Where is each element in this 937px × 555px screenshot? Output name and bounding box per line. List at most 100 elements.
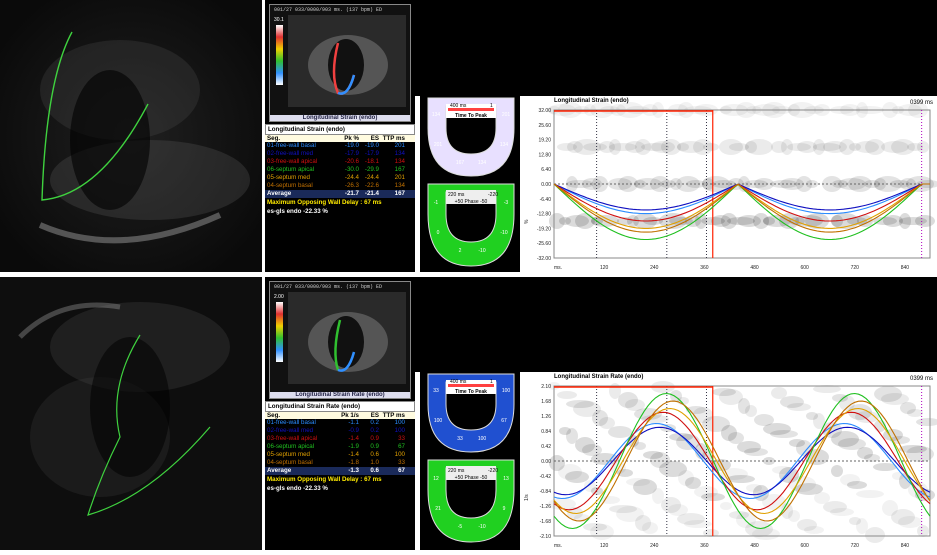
cell-ttp: 134 [394, 158, 405, 165]
speckle [831, 465, 843, 477]
map-value: 12 [433, 476, 439, 482]
speckle [780, 396, 804, 408]
speckle [720, 502, 732, 510]
x-tick-label: 480 [750, 543, 759, 549]
map-value: 9 [503, 506, 506, 512]
cell-es: 1.0 [370, 459, 379, 466]
col-seg: Seg. [267, 135, 281, 142]
cell-pk: -17.9 [344, 150, 359, 157]
y-tick-label: -2.10 [540, 534, 552, 540]
x-unit: ms. [554, 543, 562, 549]
cell-ttp: 134 [394, 182, 405, 189]
x-tick-label: 720 [851, 543, 860, 549]
map-value: 21 [435, 506, 441, 512]
cell-es: 0.2 [370, 427, 379, 434]
speckle [592, 410, 608, 426]
map-center-label: Time To Peak [455, 389, 487, 395]
table-row: 06-septum apical -30.0 -29.9 167 [265, 166, 415, 174]
speckle [781, 139, 793, 155]
table-header: Seg. Pk % ES TTP ms [265, 135, 415, 142]
speckle [643, 451, 663, 459]
speckle [677, 141, 705, 153]
y-unit: 1/s [524, 494, 530, 501]
speckle [557, 391, 577, 399]
y-tick-label: -0.84 [540, 489, 552, 495]
speckle [677, 513, 705, 525]
speckle [899, 217, 927, 225]
cell-seg: 03-free-wall apical [267, 158, 318, 165]
map-value: 134 [432, 112, 441, 118]
y-tick-label: -12.80 [537, 212, 551, 218]
map-right-label: 1 [490, 103, 493, 109]
cell-ttp: 201 [394, 142, 405, 149]
map-right-label: -220 [488, 192, 498, 198]
x-unit: ms. [554, 265, 562, 271]
strain-graph-top[interactable]: 32.00 25.60 19.20 12.80 6.40 0.00 -6.40 -12.80 -… [520, 96, 937, 272]
speckle-background [548, 102, 937, 229]
graph-panel-bottom: Longitudinal Strain Rate (endo) 0399 ms … [520, 372, 937, 550]
speckle [661, 139, 681, 155]
thumbnail-bottom[interactable]: 001/27 033/0000/903 ms. (137 bpm) ED 2.0… [269, 281, 411, 399]
speckle [849, 517, 861, 525]
speckle [900, 402, 916, 414]
map-left-label: 220 ms [448, 468, 465, 474]
scale-label: 2.00 [274, 294, 284, 300]
strain-rate-graph-bottom[interactable]: 2.10 1.68 1.26 0.84 0.42 0.00 -0.42 -0.84 -1.26 -… [520, 372, 937, 550]
table-row: 01-free-wall basal -19.0 -19.0 201 [265, 142, 415, 150]
cell-seg: 01-free-wall basal [267, 142, 316, 149]
scale-label: 30.1 [274, 17, 284, 23]
cell-seg: 02-free-wall med [267, 427, 314, 434]
speckle [584, 480, 596, 492]
y-tick-label: 6.40 [541, 167, 551, 173]
y-tick-label: 32.00 [538, 108, 551, 114]
cell-seg: 06-septum apical [267, 166, 315, 173]
y-tick-label: -6.40 [540, 197, 552, 203]
speckle [840, 474, 860, 486]
gls-value: es-gls endo -22.33 % [267, 485, 328, 492]
speckle [917, 141, 929, 153]
speckle [856, 490, 884, 498]
speckle [609, 143, 637, 151]
speckle [916, 418, 937, 426]
cell-seg: 01-free-wall basal [267, 419, 316, 426]
thumbnail-top[interactable]: 001/27 033/0000/903 ms. (137 bpm) ED 30.… [269, 4, 411, 122]
speckle [883, 215, 903, 227]
time-to-peak-map: 400 ms 1Time To Peak 33 100 100 67 33 100 [427, 373, 515, 453]
thumbnail-caption: Longitudinal Strain (endo) [270, 115, 410, 121]
speckle [703, 143, 719, 151]
cell-ttp: 100 [394, 427, 405, 434]
graph-panel-top: Longitudinal Strain (endo) 0399 ms 32.00… [520, 96, 937, 272]
speckle [771, 387, 787, 399]
y-tick-label: 2.10 [541, 384, 551, 390]
x-tick-label: 840 [901, 265, 910, 271]
x-tick-label: 840 [901, 543, 910, 549]
divider [0, 272, 937, 277]
y-tick-label: -1.68 [540, 519, 552, 525]
speckle [797, 141, 817, 153]
cell-es: -29.9 [364, 166, 379, 173]
map-value: 201 [502, 112, 511, 118]
color-scale-bar [276, 302, 283, 362]
map-value: 100 [434, 418, 443, 424]
ultrasound-image-top [0, 0, 262, 272]
cell-ttp: 167 [394, 166, 405, 173]
cell-ttp: 134 [394, 150, 405, 157]
cell-ttp: 33 [398, 435, 405, 442]
speckle-background [548, 381, 937, 543]
x-tick-label: 360 [700, 543, 709, 549]
cell-es: -17.9 [364, 150, 379, 157]
col-es: ES [370, 135, 379, 142]
speckle [583, 143, 607, 151]
cell-seg: 06-septum apical [267, 443, 315, 450]
speckle [763, 423, 791, 435]
map-value: 134 [500, 142, 509, 148]
x-tick-label: 120 [600, 543, 609, 549]
analysis-panel-top: 001/27 033/0000/903 ms. (137 bpm) ED 30.… [265, 0, 415, 272]
y-tick-label: 1.26 [541, 414, 551, 420]
x-tick-label: 720 [851, 265, 860, 271]
col-ttp: TTP ms [382, 135, 405, 142]
echo-view-bottom [0, 277, 262, 550]
thumbnail-header: 001/27 033/0000/903 ms. (137 bpm) ED [274, 284, 383, 290]
speckle [721, 425, 737, 441]
y-tick-label: 0.84 [541, 429, 551, 435]
